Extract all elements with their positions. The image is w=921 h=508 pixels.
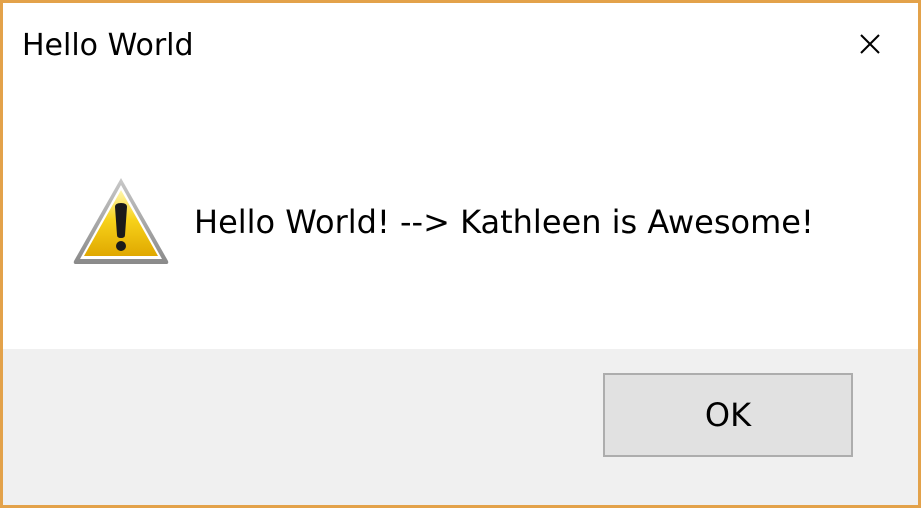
button-bar: OK	[3, 349, 918, 505]
window-title: Hello World	[22, 28, 194, 63]
message-box-window: Hello World Hello World! --> Kathleen is…	[0, 0, 921, 508]
message-content: Hello World! --> Kathleen is Awesome!	[3, 103, 918, 349]
warning-icon	[73, 178, 169, 264]
close-button[interactable]	[841, 15, 899, 73]
ok-button[interactable]: OK	[603, 373, 853, 457]
close-icon	[860, 34, 880, 54]
message-text: Hello World! --> Kathleen is Awesome!	[194, 203, 814, 241]
